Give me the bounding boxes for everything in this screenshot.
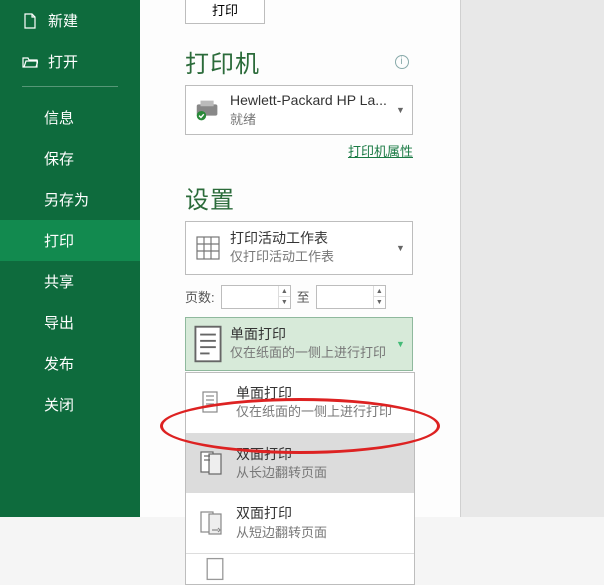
sidebar-item-label: 共享 bbox=[44, 271, 74, 292]
sidebar-item-label: 信息 bbox=[44, 107, 74, 128]
sidebar-item-label: 打开 bbox=[48, 51, 78, 72]
print-what-dropdown[interactable]: 打印活动工作表 仅打印活动工作表 ▼ bbox=[185, 221, 413, 275]
printer-ready-icon bbox=[186, 98, 230, 122]
chevron-down-icon: ▼ bbox=[396, 105, 412, 115]
sidebar-item-publish[interactable]: 发布 bbox=[0, 343, 140, 384]
sidebar-item-print[interactable]: 打印 bbox=[0, 220, 140, 261]
chevron-down-icon: ▼ bbox=[396, 243, 412, 253]
sidebar-item-label: 新建 bbox=[48, 10, 78, 31]
printer-heading: 打印机 i bbox=[185, 44, 413, 79]
printer-icon bbox=[210, 0, 240, 2]
duplex-primary: 单面打印 bbox=[230, 325, 396, 345]
worksheet-icon bbox=[186, 234, 230, 262]
duplex-option-short-edge[interactable]: 双面打印 从短边翻转页面 bbox=[186, 493, 414, 553]
printer-name: Hewlett-Packard HP La... bbox=[230, 91, 396, 111]
page-icon bbox=[200, 556, 230, 582]
file-new-icon bbox=[22, 13, 38, 29]
pages-to-input[interactable] bbox=[317, 286, 374, 308]
sidebar-item-label: 发布 bbox=[44, 353, 74, 374]
print-button-label: 打印 bbox=[212, 0, 238, 19]
sidebar-item-saveas[interactable]: 另存为 bbox=[0, 179, 140, 220]
preview-area bbox=[460, 0, 604, 517]
backstage-sidebar: 新建 打开 信息 保存 另存为 打印 共享 导出 发布 bbox=[0, 0, 140, 517]
settings-heading: 设置 bbox=[185, 180, 460, 215]
printer-dropdown[interactable]: Hewlett-Packard HP La... 就绪 ▼ bbox=[185, 85, 413, 135]
duplex-option-single[interactable]: 单面打印 仅在纸面的一侧上进行打印 bbox=[186, 373, 414, 433]
info-icon[interactable]: i bbox=[395, 55, 409, 69]
print-what-secondary: 仅打印活动工作表 bbox=[230, 248, 396, 266]
sidebar-item-info[interactable]: 信息 bbox=[0, 97, 140, 138]
pages-label: 页数: bbox=[185, 287, 215, 306]
duplex-menu: 单面打印 仅在纸面的一侧上进行打印 双面打印 从长边翻转页面 bbox=[185, 372, 415, 585]
sidebar-divider bbox=[22, 86, 118, 87]
sidebar-item-export[interactable]: 导出 bbox=[0, 302, 140, 343]
duplex-option-long-edge[interactable]: 双面打印 从长边翻转页面 bbox=[186, 434, 414, 494]
duplex-long-icon bbox=[186, 450, 236, 476]
sidebar-item-label: 打印 bbox=[44, 230, 74, 251]
print-what-primary: 打印活动工作表 bbox=[230, 229, 396, 249]
printer-status: 就绪 bbox=[230, 111, 396, 129]
single-side-icon bbox=[186, 390, 236, 416]
printer-properties-link[interactable]: 打印机属性 bbox=[348, 144, 413, 159]
spin-down-icon[interactable]: ▼ bbox=[374, 297, 385, 308]
sidebar-item-label: 另存为 bbox=[44, 189, 89, 210]
chevron-down-icon: ▼ bbox=[396, 339, 412, 349]
duplex-short-icon bbox=[186, 510, 236, 536]
duplex-secondary: 仅在纸面的一侧上进行打印 bbox=[230, 344, 396, 362]
sidebar-item-share[interactable]: 共享 bbox=[0, 261, 140, 302]
pages-from-spinbox[interactable]: ▲▼ bbox=[221, 285, 291, 309]
sidebar-item-save[interactable]: 保存 bbox=[0, 138, 140, 179]
sidebar-item-open[interactable]: 打开 bbox=[0, 41, 140, 82]
pages-to-label: 至 bbox=[297, 287, 310, 306]
sidebar-item-close[interactable]: 关闭 bbox=[0, 384, 140, 425]
sidebar-item-label: 保存 bbox=[44, 148, 74, 169]
pages-row: 页数: ▲▼ 至 ▲▼ bbox=[185, 285, 460, 309]
print-button[interactable]: 打印 bbox=[185, 0, 265, 24]
main-panel: 打印 打印机 i Hewlett-Packard HP La... 就绪 ▼ 打… bbox=[140, 0, 604, 517]
duplex-more-row[interactable] bbox=[186, 554, 414, 584]
spin-up-icon[interactable]: ▲ bbox=[279, 286, 290, 298]
sidebar-item-label: 导出 bbox=[44, 312, 74, 333]
spin-down-icon[interactable]: ▼ bbox=[279, 297, 290, 308]
pages-to-spinbox[interactable]: ▲▼ bbox=[316, 285, 386, 309]
folder-open-icon bbox=[22, 54, 38, 70]
sidebar-item-new[interactable]: 新建 bbox=[0, 0, 140, 41]
spin-up-icon[interactable]: ▲ bbox=[374, 286, 385, 298]
pages-from-input[interactable] bbox=[222, 286, 279, 308]
duplex-dropdown[interactable]: 单面打印 仅在纸面的一侧上进行打印 ▼ 单面打印 仅在纸面的一侧上进行打印 bbox=[185, 317, 413, 371]
single-side-icon bbox=[186, 322, 230, 366]
sidebar-item-label: 关闭 bbox=[44, 394, 74, 415]
